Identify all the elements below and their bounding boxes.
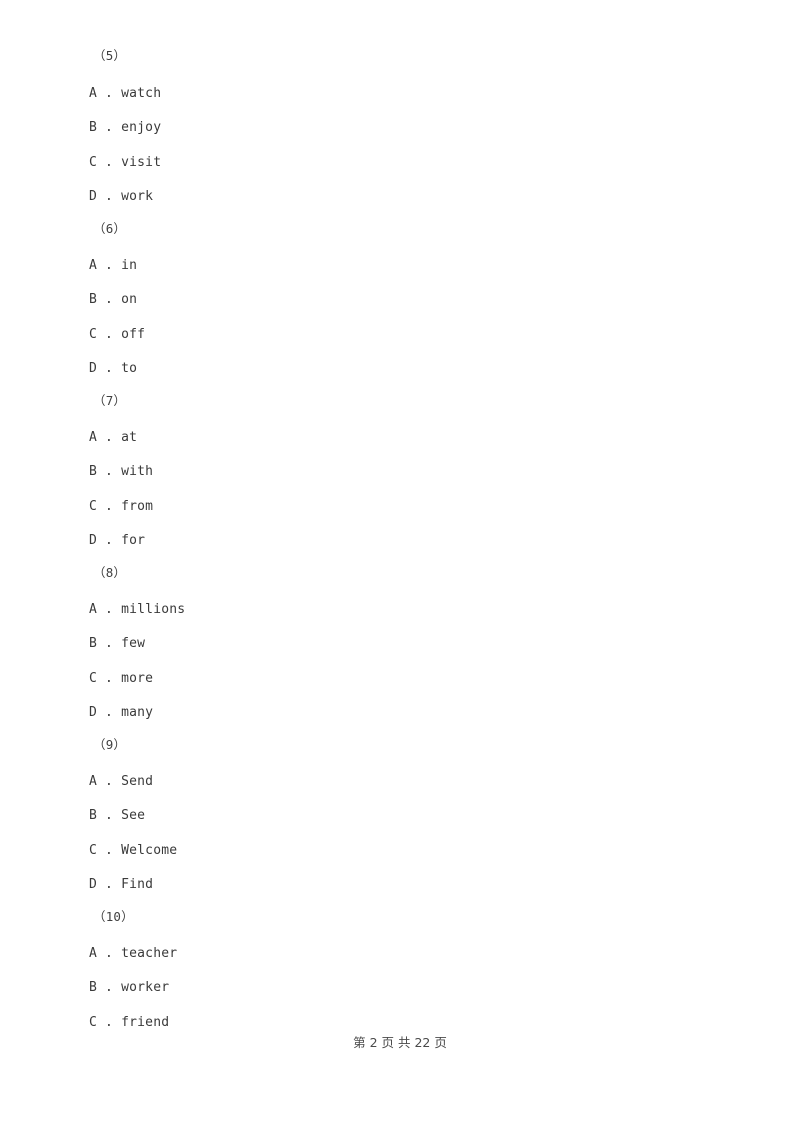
answer-option: B . few bbox=[89, 636, 146, 651]
question-number-label: （6） bbox=[93, 221, 127, 236]
answer-option: A . teacher bbox=[89, 946, 178, 961]
answer-option: C . Welcome bbox=[89, 843, 178, 858]
answer-option: B . worker bbox=[89, 980, 170, 995]
page-footer: 第 2 页 共 22 页 bbox=[353, 1035, 447, 1050]
answer-option: A . in bbox=[89, 258, 138, 273]
answer-option: B . with bbox=[89, 464, 154, 479]
question-number-label: （8） bbox=[93, 565, 127, 580]
answer-option: C . friend bbox=[89, 1015, 170, 1030]
answer-option: C . off bbox=[89, 327, 146, 342]
question-number-label: （9） bbox=[93, 737, 127, 752]
answer-option: A . Send bbox=[89, 774, 154, 789]
answer-option: B . See bbox=[89, 808, 146, 823]
answer-option: A . millions bbox=[89, 602, 186, 617]
answer-option: D . Find bbox=[89, 877, 154, 892]
answer-option: D . for bbox=[89, 533, 146, 548]
answer-option: B . on bbox=[89, 292, 138, 307]
question-number-label: （5） bbox=[93, 48, 127, 63]
question-number-label: （7） bbox=[93, 393, 127, 408]
answer-option: B . enjoy bbox=[89, 120, 162, 135]
answer-option: A . watch bbox=[89, 86, 162, 101]
answer-option: C . from bbox=[89, 499, 154, 514]
document-page: （5） A . watch B . enjoy C . visit D . work （6… bbox=[0, 0, 800, 1132]
answer-option: D . work bbox=[89, 189, 154, 204]
answer-option: A . at bbox=[89, 430, 138, 445]
answer-option: C . more bbox=[89, 671, 154, 686]
answer-option: C . visit bbox=[89, 155, 162, 170]
answer-option: D . to bbox=[89, 361, 138, 376]
question-number-label: （10） bbox=[93, 909, 134, 924]
answer-option: D . many bbox=[89, 705, 154, 720]
